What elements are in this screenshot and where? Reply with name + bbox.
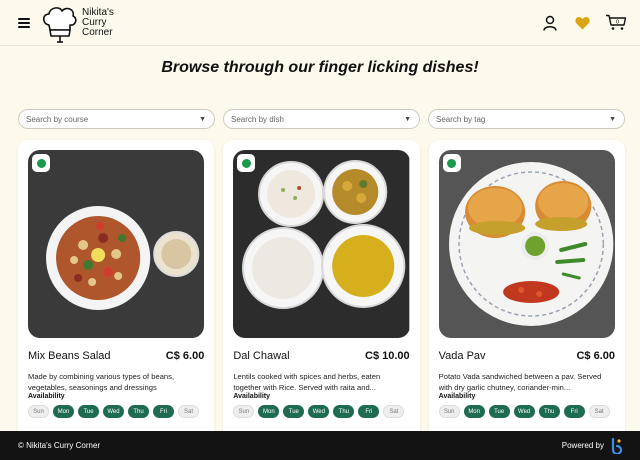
heart-icon[interactable] bbox=[572, 13, 592, 33]
dish-name: Vada Pav bbox=[438, 350, 486, 362]
dish-select-placeholder: Search by dish bbox=[231, 114, 284, 124]
dish-name: Dal Chawal bbox=[233, 350, 290, 362]
menu-icon[interactable] bbox=[18, 17, 30, 28]
dish-name: Mix Beans Salad bbox=[28, 350, 111, 362]
chef-hat-logo-icon bbox=[42, 6, 77, 43]
dish-photo[interactable] bbox=[438, 150, 615, 338]
dish-description: Potato Vada sandwiched between a pav. Se… bbox=[438, 372, 602, 392]
day-pill: Wed bbox=[513, 405, 535, 418]
day-pill: Wed bbox=[308, 405, 330, 418]
day-pill: Fri bbox=[358, 405, 380, 418]
day-pill: Mon bbox=[258, 405, 280, 418]
vada-pav-image bbox=[438, 150, 615, 338]
dish-list: Mix Beans Salad C$ 6.00 Made by combinin… bbox=[0, 140, 640, 440]
availability-days: Sun Mon Tue Wed Thu Fri Sat bbox=[233, 405, 409, 418]
availability-label: Availability bbox=[28, 393, 65, 400]
day-pill: Sun bbox=[233, 405, 255, 418]
veg-indicator-icon bbox=[237, 154, 256, 172]
day-pill: Sat bbox=[178, 405, 199, 418]
dish-description: Lentils cooked with spices and herbs, ea… bbox=[233, 372, 381, 392]
filter-bar: Search by course ▼ Search by dish ▼ Search… bbox=[0, 109, 640, 129]
day-pill: Mon bbox=[463, 405, 485, 418]
course-select-placeholder: Search by course bbox=[26, 114, 89, 124]
powered-by-label: Powered by bbox=[561, 441, 604, 450]
dish-photo[interactable] bbox=[28, 150, 205, 338]
logo-line2: Curry bbox=[82, 16, 107, 28]
user-icon[interactable] bbox=[540, 13, 560, 33]
course-select[interactable]: Search by course ▼ bbox=[18, 109, 215, 129]
dish-price: C$ 6.00 bbox=[576, 350, 615, 362]
chevron-down-icon: ▼ bbox=[199, 115, 206, 123]
tag-select[interactable]: Search by tag ▼ bbox=[428, 109, 625, 129]
chevron-down-icon: ▼ bbox=[609, 115, 616, 123]
availability-days: Sun Mon Tue Wed Thu Fri Sat bbox=[438, 405, 615, 418]
day-pill: Fri bbox=[153, 405, 174, 418]
platform-logo-icon bbox=[611, 437, 622, 454]
day-pill: Sun bbox=[28, 405, 49, 418]
day-pill: Sat bbox=[588, 405, 610, 418]
logo-line1: Nikita's bbox=[82, 6, 114, 18]
availability-label: Availability bbox=[438, 393, 476, 400]
day-pill: Tue bbox=[488, 405, 510, 418]
powered-by[interactable]: Powered by bbox=[561, 437, 622, 454]
day-pill: Wed bbox=[103, 405, 124, 418]
logo-line3: Corner bbox=[82, 26, 113, 38]
dal-chawal-image bbox=[233, 150, 410, 338]
day-pill: Fri bbox=[563, 405, 585, 418]
availability-days: Sun Mon Tue Wed Thu Fri Sat bbox=[28, 405, 204, 418]
veg-indicator-icon bbox=[442, 154, 461, 172]
day-pill: Thu bbox=[333, 405, 355, 418]
availability-label: Availability bbox=[233, 393, 271, 400]
dish-price: C$ 10.00 bbox=[365, 350, 410, 362]
day-pill: Sun bbox=[438, 405, 460, 418]
dish-select[interactable]: Search by dish ▼ bbox=[223, 109, 420, 129]
header: Nikita's Curry Corner 0 bbox=[0, 0, 640, 46]
footer: © Nikita's Curry Corner Powered by bbox=[0, 431, 640, 460]
logo-text: Nikita's Curry Corner bbox=[82, 6, 114, 38]
day-pill: Thu bbox=[538, 405, 560, 418]
dish-description: Made by combining various types of beans… bbox=[28, 372, 175, 392]
dish-price: C$ 6.00 bbox=[165, 350, 205, 362]
dish-photo[interactable] bbox=[233, 150, 410, 338]
logo[interactable]: Nikita's Curry Corner bbox=[40, 3, 114, 43]
day-pill: Tue bbox=[283, 405, 305, 418]
chevron-down-icon: ▼ bbox=[404, 115, 411, 123]
dish-card[interactable]: Mix Beans Salad C$ 6.00 Made by combinin… bbox=[18, 140, 215, 440]
cart-icon[interactable]: 0 bbox=[604, 13, 628, 33]
day-pill: Mon bbox=[53, 405, 74, 418]
dish-card[interactable]: Dal Chawal C$ 10.00 Lentils cooked with … bbox=[223, 140, 420, 440]
page-title: Browse through our finger licking dishes… bbox=[161, 59, 479, 76]
copyright-text: © Nikita's Curry Corner bbox=[18, 441, 101, 450]
day-pill: Tue bbox=[78, 405, 99, 418]
tag-select-placeholder: Search by tag bbox=[436, 114, 486, 124]
veg-indicator-icon bbox=[32, 154, 50, 172]
day-pill: Sat bbox=[383, 405, 405, 418]
dish-card[interactable]: Vada Pav C$ 6.00 Potato Vada sandwiched … bbox=[428, 140, 625, 440]
day-pill: Thu bbox=[128, 405, 149, 418]
cart-count: 0 bbox=[616, 19, 619, 25]
salad-bowl-image bbox=[28, 150, 205, 338]
